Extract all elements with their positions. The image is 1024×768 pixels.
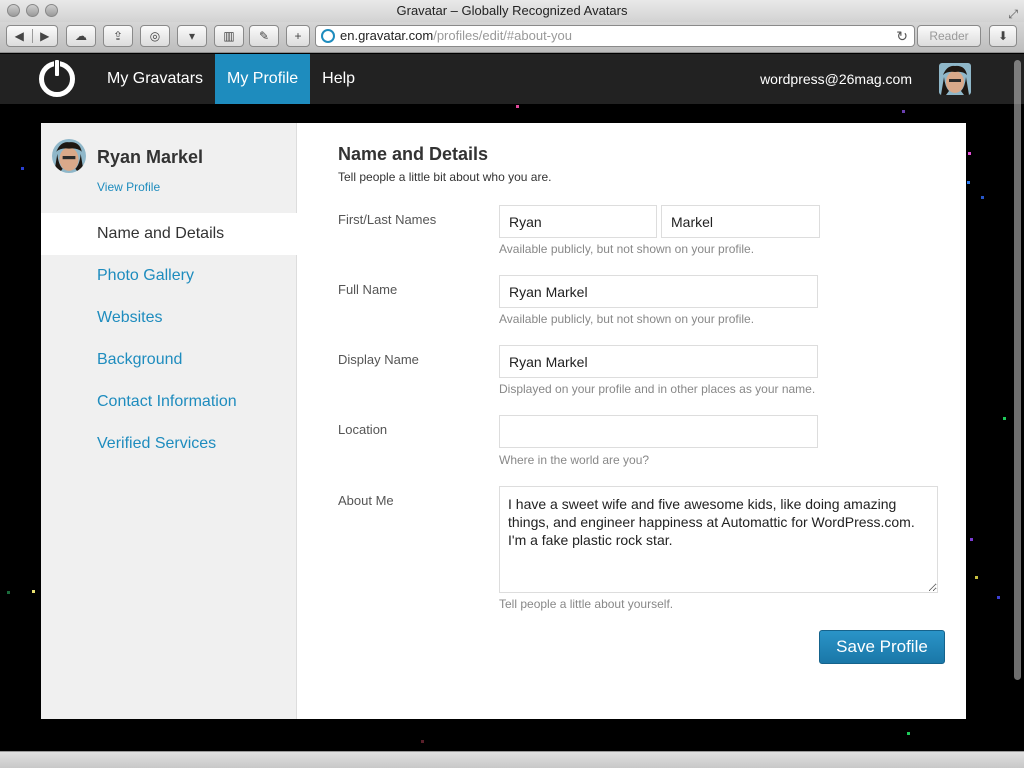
sidebar-icon[interactable]: ▥ — [214, 25, 244, 47]
window-title: Gravatar – Globally Recognized Avatars — [396, 3, 628, 18]
sidebar: Ryan Markel View Profile Name and Detail… — [41, 123, 297, 719]
user-email[interactable]: wordpress@26mag.com — [760, 54, 912, 104]
full-name-field[interactable] — [499, 275, 818, 308]
main-nav: My Gravatars My Profile Help — [95, 54, 367, 104]
avatar[interactable] — [939, 63, 971, 95]
last-name-field[interactable] — [661, 205, 820, 238]
new-tab-icon[interactable]: + — [286, 25, 310, 47]
view-profile-link[interactable]: View Profile — [97, 180, 160, 194]
reader-button[interactable]: Reader — [917, 25, 981, 47]
sidebar-item-photo-gallery[interactable]: Photo Gallery — [41, 255, 297, 297]
about-me-hint: Tell people a little about yourself. — [499, 597, 674, 611]
location-hint: Where in the world are you? — [499, 453, 650, 467]
scrollbar-thumb[interactable] — [1014, 60, 1021, 680]
star — [981, 196, 984, 199]
nav-my-profile[interactable]: My Profile — [215, 54, 311, 104]
display-name-label: Display Name — [338, 352, 419, 367]
status-bar — [0, 751, 1024, 768]
display-name-field[interactable] — [499, 345, 818, 378]
browser-toolbar: ◀ ▶ ☁ ⇪ ◎ ▾ ▥ ✎ + en.gravatar.com/profil… — [0, 22, 1024, 53]
nav-my-gravatars[interactable]: My Gravatars — [95, 54, 215, 104]
profile-name: Ryan Markel — [97, 147, 204, 167]
sidebar-avatar[interactable] — [52, 139, 86, 173]
about-me-field[interactable]: I have a sweet wife and five awesome kid… — [499, 486, 938, 593]
address-bar[interactable]: en.gravatar.com/profiles/edit/#about-you… — [315, 25, 915, 47]
url-host: en.gravatar.com — [340, 28, 434, 43]
zoom-window-button[interactable] — [45, 4, 58, 17]
star — [516, 105, 519, 108]
star — [32, 590, 35, 593]
icloud-tabs-icon[interactable]: ☁ — [66, 25, 96, 47]
sidebar-item-websites[interactable]: Websites — [41, 297, 297, 339]
nav-help[interactable]: Help — [310, 54, 367, 104]
star — [7, 591, 10, 594]
star — [907, 732, 910, 735]
star — [21, 167, 24, 170]
location-label: Location — [338, 422, 388, 437]
first-last-hint: Available publicly, but not shown on you… — [499, 242, 755, 256]
site-favicon-icon — [321, 29, 335, 43]
page-subtitle: Tell people a little bit about who you a… — [338, 170, 552, 184]
tools-icon[interactable]: ✎ — [249, 25, 279, 47]
first-name-field[interactable] — [499, 205, 657, 238]
star — [975, 576, 978, 579]
sidebar-item-contact-information[interactable]: Contact Information — [41, 381, 297, 423]
star — [902, 110, 905, 113]
forward-icon[interactable]: ▶ — [31, 29, 58, 43]
extension-icon[interactable]: ◎ — [140, 25, 170, 47]
page-title: Name and Details — [338, 144, 489, 164]
share-icon[interactable]: ⇪ — [103, 25, 133, 47]
first-last-label: First/Last Names — [338, 212, 437, 227]
url-path: /profiles/edit/#about-you — [433, 28, 572, 43]
pocket-icon[interactable]: ▾ — [177, 25, 207, 47]
profile-editor-panel: Ryan Markel View Profile Name and Detail… — [41, 123, 966, 719]
star — [421, 740, 424, 743]
star — [970, 538, 973, 541]
reload-icon[interactable]: ↻ — [896, 26, 908, 46]
about-me-label: About Me — [338, 493, 394, 508]
back-forward-buttons: ◀ ▶ — [6, 25, 58, 47]
star — [968, 152, 971, 155]
full-name-label: Full Name — [338, 282, 398, 297]
minimize-window-button[interactable] — [26, 4, 39, 17]
site-header: My Gravatars My Profile Help wordpress@2… — [0, 54, 1024, 104]
window-controls — [7, 4, 58, 17]
full-name-hint: Available publicly, but not shown on you… — [499, 312, 755, 326]
star — [967, 181, 970, 184]
star — [1003, 417, 1006, 420]
save-profile-button[interactable]: Save Profile — [819, 630, 945, 664]
gravatar-logo-icon[interactable] — [39, 60, 75, 97]
back-icon[interactable]: ◀ — [7, 29, 32, 43]
close-window-button[interactable] — [7, 4, 20, 17]
vertical-scrollbar[interactable] — [1009, 54, 1024, 751]
star — [997, 596, 1000, 599]
downloads-icon[interactable]: ⬇ — [989, 25, 1017, 47]
sidebar-item-name-and-details[interactable]: Name and Details — [41, 213, 297, 255]
sidebar-item-verified-services[interactable]: Verified Services — [41, 423, 297, 465]
sidebar-item-background[interactable]: Background — [41, 339, 297, 381]
display-name-hint: Displayed on your profile and in other p… — [499, 382, 816, 396]
window-titlebar: Gravatar – Globally Recognized Avatars ⤢ — [0, 0, 1024, 22]
sidebar-menu: Name and Details Photo Gallery Websites … — [41, 213, 297, 465]
location-field[interactable] — [499, 415, 818, 448]
